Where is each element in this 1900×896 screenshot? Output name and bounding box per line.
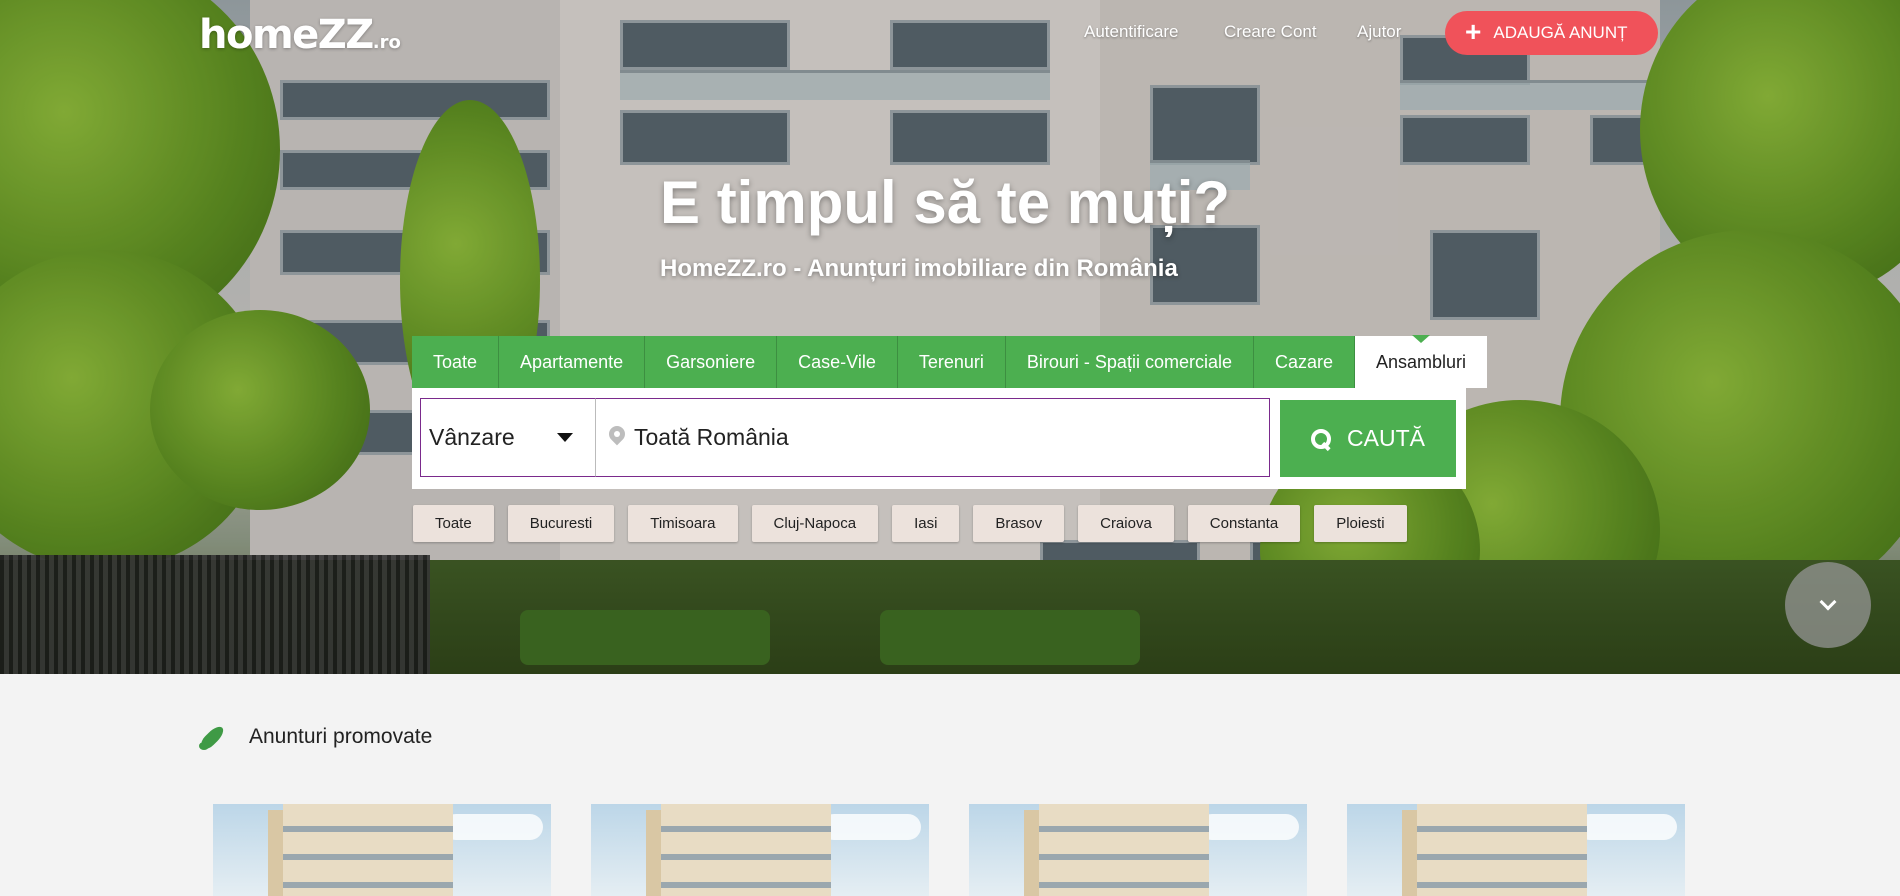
tab-garsoniere[interactable]: Garsoniere [645,336,778,388]
search-button-label: CAUTĂ [1347,425,1425,451]
scroll-down-button[interactable] [1785,562,1871,648]
city-chip-bucuresti[interactable]: Bucuresti [507,505,615,542]
city-chip-toate[interactable]: Toate [413,505,494,542]
tab-birouri[interactable]: Birouri - Spații comerciale [1005,336,1254,388]
nav-help-link[interactable]: Ajutor [1357,22,1401,42]
site-logo[interactable]: homeZZ.ro [199,12,401,58]
chevron-down-icon [1819,593,1837,611]
location-field[interactable] [595,398,1270,477]
rocket-icon [199,722,229,752]
transaction-type-value: Vânzare [429,424,515,450]
logo-tld: .ro [372,32,401,53]
magnifier-icon [1311,428,1332,449]
promoted-title: Anunturi promovate [249,725,433,748]
transaction-type-select[interactable]: Vânzare [420,398,596,477]
city-chip-constanta[interactable]: Constanta [1187,505,1301,542]
promoted-listing-card[interactable] [213,804,551,896]
promoted-listing-card[interactable] [1347,804,1685,896]
city-chip-iasi[interactable]: Iasi [892,505,960,542]
tab-cazare[interactable]: Cazare [1253,336,1356,388]
nav-signup-link[interactable]: Creare Cont [1224,22,1317,42]
city-chip-cluj-napoca[interactable]: Cluj-Napoca [751,505,879,542]
promoted-listing-card[interactable] [969,804,1307,896]
tab-terenuri[interactable]: Terenuri [897,336,1006,388]
tab-apartamente[interactable]: Apartamente [499,336,646,388]
search-panel: Vânzare CAUTĂ [412,388,1466,489]
tab-ansambluri[interactable]: Ansambluri [1355,335,1488,388]
search-button[interactable]: CAUTĂ [1280,400,1456,477]
tab-toate[interactable]: Toate [412,336,500,388]
logo-main: homeZZ [199,12,374,58]
promoted-listing-card[interactable] [591,804,929,896]
location-input[interactable] [634,424,1234,451]
map-pin-icon [608,426,626,450]
add-listing-button[interactable]: + ADAUGĂ ANUNȚ [1445,11,1658,55]
city-chip-craiova[interactable]: Craiova [1078,505,1174,542]
hero-subtitle: HomeZZ.ro - Anunțuri imobiliare din Româ… [660,255,1178,282]
add-listing-label: ADAUGĂ ANUNȚ [1493,23,1628,42]
city-chip-ploiesti[interactable]: Ploiesti [1314,505,1407,542]
plus-icon: + [1465,15,1482,47]
city-quick-links: Toate Bucuresti Timisoara Cluj-Napoca Ia… [413,505,1407,542]
property-type-tabs: Toate Apartamente Garsoniere Case-Vile T… [412,335,1488,388]
tab-case-vile[interactable]: Case-Vile [777,336,898,388]
hero-title: E timpul să te muți? [660,169,1231,236]
caret-down-icon [557,433,573,442]
city-chip-brasov[interactable]: Brasov [973,505,1065,542]
city-chip-timisoara[interactable]: Timisoara [628,505,738,542]
nav-login-link[interactable]: Autentificare [1084,22,1179,42]
promoted-header: Anunturi promovate [199,722,432,752]
